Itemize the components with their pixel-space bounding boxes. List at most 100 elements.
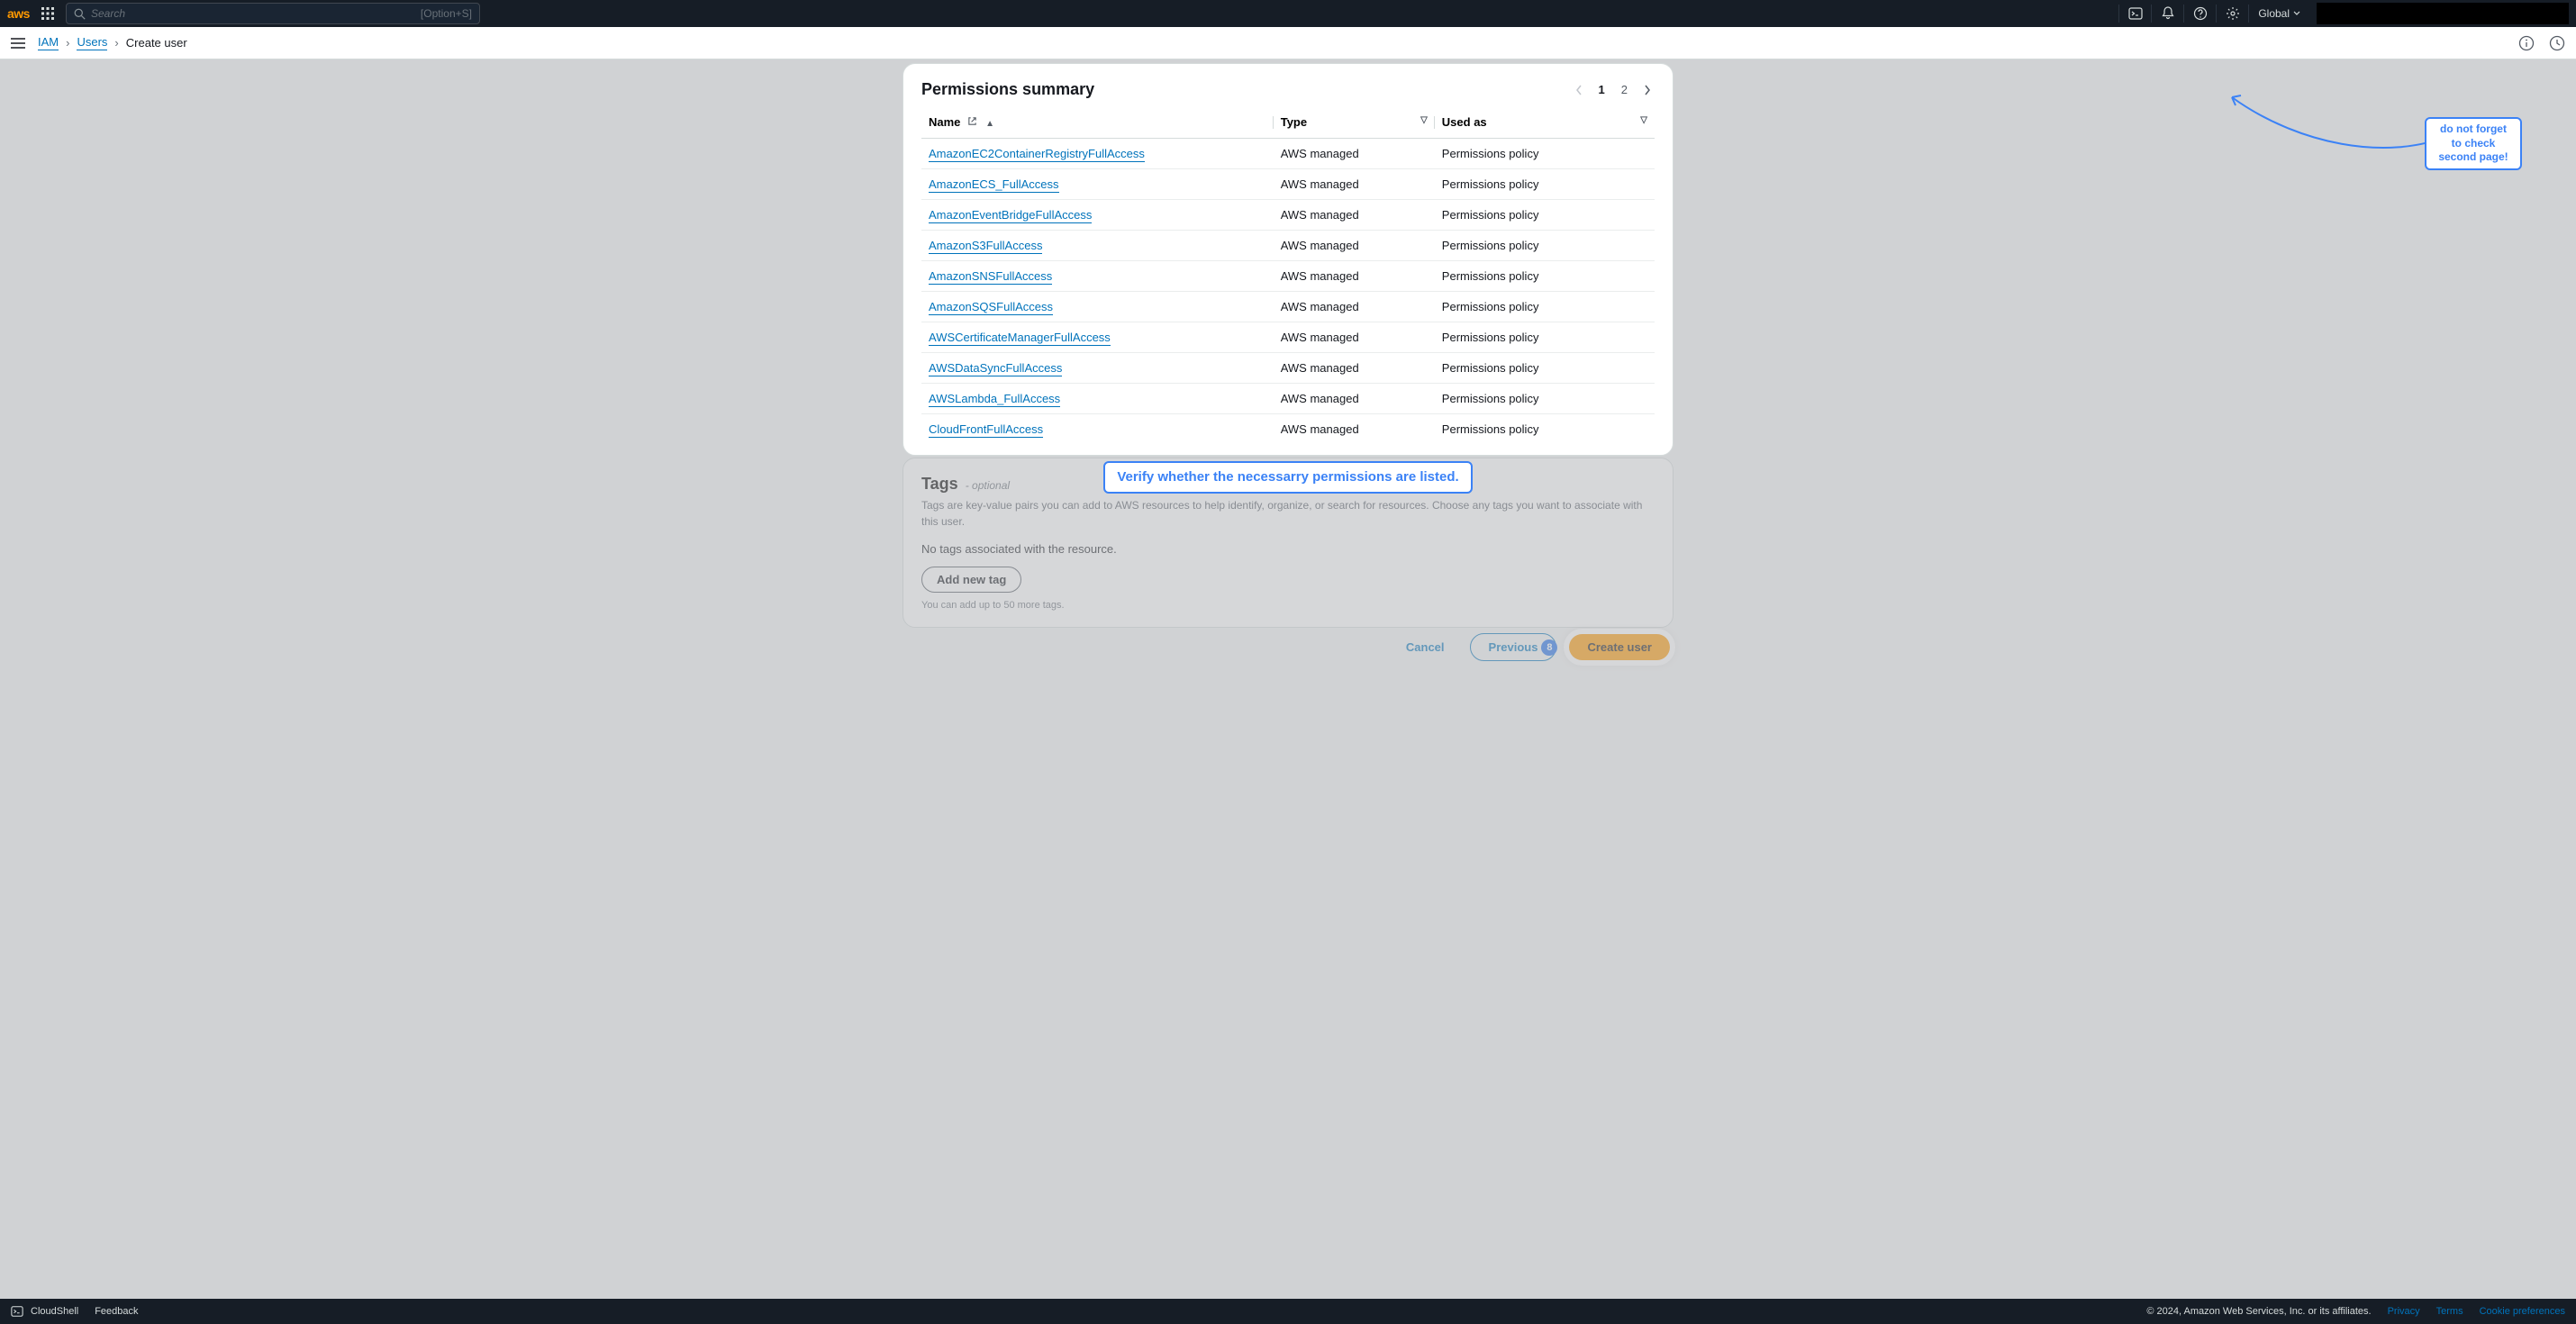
search-icon xyxy=(74,8,86,20)
previous-button[interactable]: Previous 8 xyxy=(1470,633,1557,661)
footer-cloudshell[interactable]: CloudShell xyxy=(31,1306,78,1317)
column-type[interactable]: Type ▽ xyxy=(1274,106,1435,139)
services-grid-icon[interactable] xyxy=(41,6,55,21)
policy-used-as: Permissions policy xyxy=(1435,261,1655,292)
table-row: AWSLambda_FullAccess AWS managedPermissio… xyxy=(921,384,1655,414)
footer: CloudShell Feedback © 2024, Amazon Web S… xyxy=(0,1299,2576,1324)
breadcrumb-users[interactable]: Users xyxy=(77,35,107,50)
chevron-down-icon xyxy=(2293,11,2300,16)
page-2[interactable]: 2 xyxy=(1618,81,1631,98)
search-shortcut-hint: [Option+S] xyxy=(421,7,472,20)
policy-used-as: Permissions policy xyxy=(1435,200,1655,231)
notifications-icon[interactable] xyxy=(2151,5,2183,23)
column-name[interactable]: Name ▲ xyxy=(921,106,1274,139)
clock-icon[interactable] xyxy=(2549,35,2565,51)
sort-asc-icon: ▲ xyxy=(985,119,994,129)
policy-used-as: Permissions policy xyxy=(1435,169,1655,200)
menu-icon[interactable] xyxy=(11,37,25,50)
policy-type: AWS managed xyxy=(1274,353,1435,384)
table-row: AWSDataSyncFullAccess AWS managedPermissi… xyxy=(921,353,1655,384)
policy-link[interactable]: AWSDataSyncFullAccess xyxy=(929,361,1062,376)
page-next-button[interactable] xyxy=(1640,83,1655,97)
policy-used-as: Permissions policy xyxy=(1435,414,1655,445)
table-row: AmazonEventBridgeFullAccess AWS managedPe… xyxy=(921,200,1655,231)
policy-link[interactable]: AmazonEventBridgeFullAccess xyxy=(929,208,1092,223)
page-prev-button xyxy=(1572,83,1586,97)
table-row: AmazonSQSFullAccess AWS managedPermission… xyxy=(921,292,1655,322)
pagination: 1 2 xyxy=(1572,81,1655,98)
policy-link[interactable]: AmazonSNSFullAccess xyxy=(929,269,1052,285)
tags-description: Tags are key-value pairs you can add to … xyxy=(921,497,1655,530)
policy-used-as: Permissions policy xyxy=(1435,353,1655,384)
breadcrumb-iam[interactable]: IAM xyxy=(38,35,59,50)
policy-used-as: Permissions policy xyxy=(1435,384,1655,414)
cloudshell-icon[interactable] xyxy=(2118,5,2151,23)
column-name-label: Name xyxy=(929,115,960,129)
policy-link[interactable]: AmazonEC2ContainerRegistryFullAccess xyxy=(929,147,1145,162)
external-link-icon xyxy=(967,118,980,129)
page-1[interactable]: 1 xyxy=(1595,81,1609,98)
search-placeholder: Search xyxy=(91,7,421,20)
annotation-verify: Verify whether the necessarry permission… xyxy=(1103,461,1473,494)
tags-title: Tags xyxy=(921,475,958,494)
breadcrumb-bar: IAM › Users › Create user xyxy=(0,27,2576,59)
sort-icon: ▽ xyxy=(1420,115,1428,125)
table-row: AmazonECS_FullAccess AWS managedPermissio… xyxy=(921,169,1655,200)
panel-title: Permissions summary xyxy=(921,80,1572,99)
annotation-second-page: do not forget to check second page! xyxy=(2425,117,2522,170)
footer-copyright: © 2024, Amazon Web Services, Inc. or its… xyxy=(2146,1306,2371,1317)
permissions-summary-panel: Permissions summary 1 2 Name ▲ xyxy=(903,63,1673,456)
aws-logo[interactable]: aws xyxy=(7,6,30,21)
policy-type: AWS managed xyxy=(1274,200,1435,231)
cancel-button[interactable]: Cancel xyxy=(1390,633,1461,661)
tags-empty-note: No tags associated with the resource. xyxy=(921,542,1655,556)
permissions-table: Name ▲ Type ▽ Used as ▽ AmazonEC xyxy=(921,106,1655,444)
chevron-right-icon: › xyxy=(66,36,69,50)
policy-link[interactable]: AmazonS3FullAccess xyxy=(929,239,1042,254)
chevron-right-icon: › xyxy=(114,36,118,50)
region-label: Global xyxy=(2258,7,2290,20)
policy-link[interactable]: AWSCertificateManagerFullAccess xyxy=(929,331,1111,346)
policy-link[interactable]: AWSLambda_FullAccess xyxy=(929,392,1060,407)
search-input[interactable]: Search [Option+S] xyxy=(66,3,480,24)
breadcrumb-current: Create user xyxy=(126,36,187,50)
top-nav: aws Search [Option+S] Global xyxy=(0,0,2576,27)
footer-privacy[interactable]: Privacy xyxy=(2388,1306,2420,1317)
footer-feedback[interactable]: Feedback xyxy=(95,1306,138,1317)
policy-used-as: Permissions policy xyxy=(1435,292,1655,322)
footer-terms[interactable]: Terms xyxy=(2436,1306,2463,1317)
info-icon[interactable] xyxy=(2518,35,2535,51)
help-icon[interactable] xyxy=(2183,5,2216,23)
column-used-as[interactable]: Used as ▽ xyxy=(1435,106,1655,139)
policy-type: AWS managed xyxy=(1274,169,1435,200)
policy-type: AWS managed xyxy=(1274,261,1435,292)
policy-link[interactable]: AmazonSQSFullAccess xyxy=(929,300,1053,315)
policy-used-as: Permissions policy xyxy=(1435,231,1655,261)
policy-type: AWS managed xyxy=(1274,414,1435,445)
table-row: AmazonSNSFullAccess AWS managedPermission… xyxy=(921,261,1655,292)
table-row: AmazonEC2ContainerRegistryFullAccess AWS … xyxy=(921,139,1655,169)
settings-icon[interactable] xyxy=(2216,5,2248,23)
sort-icon: ▽ xyxy=(1640,115,1647,125)
policy-link[interactable]: CloudFrontFullAccess xyxy=(929,422,1043,438)
create-user-button[interactable]: Create user xyxy=(1569,634,1670,660)
footer-cookie-prefs[interactable]: Cookie preferences xyxy=(2480,1306,2565,1317)
tags-hint: You can add up to 50 more tags. xyxy=(921,600,1655,611)
policy-type: AWS managed xyxy=(1274,139,1435,169)
region-selector[interactable]: Global xyxy=(2248,5,2309,23)
add-new-tag-button[interactable]: Add new tag xyxy=(921,567,1021,593)
cloudshell-icon[interactable] xyxy=(11,1305,23,1318)
table-row: AWSCertificateManagerFullAccess AWS manag… xyxy=(921,322,1655,353)
policy-used-as: Permissions policy xyxy=(1435,322,1655,353)
column-used-label: Used as xyxy=(1442,115,1487,129)
policy-type: AWS managed xyxy=(1274,231,1435,261)
account-menu[interactable] xyxy=(2317,3,2569,24)
policy-used-as: Permissions policy xyxy=(1435,139,1655,169)
policy-link[interactable]: AmazonECS_FullAccess xyxy=(929,177,1059,193)
column-type-label: Type xyxy=(1281,115,1307,129)
tags-optional-label: - optional xyxy=(966,479,1010,492)
action-row: Cancel Previous 8 Create user xyxy=(903,630,1673,664)
policy-type: AWS managed xyxy=(1274,292,1435,322)
policy-type: AWS managed xyxy=(1274,322,1435,353)
policy-type: AWS managed xyxy=(1274,384,1435,414)
